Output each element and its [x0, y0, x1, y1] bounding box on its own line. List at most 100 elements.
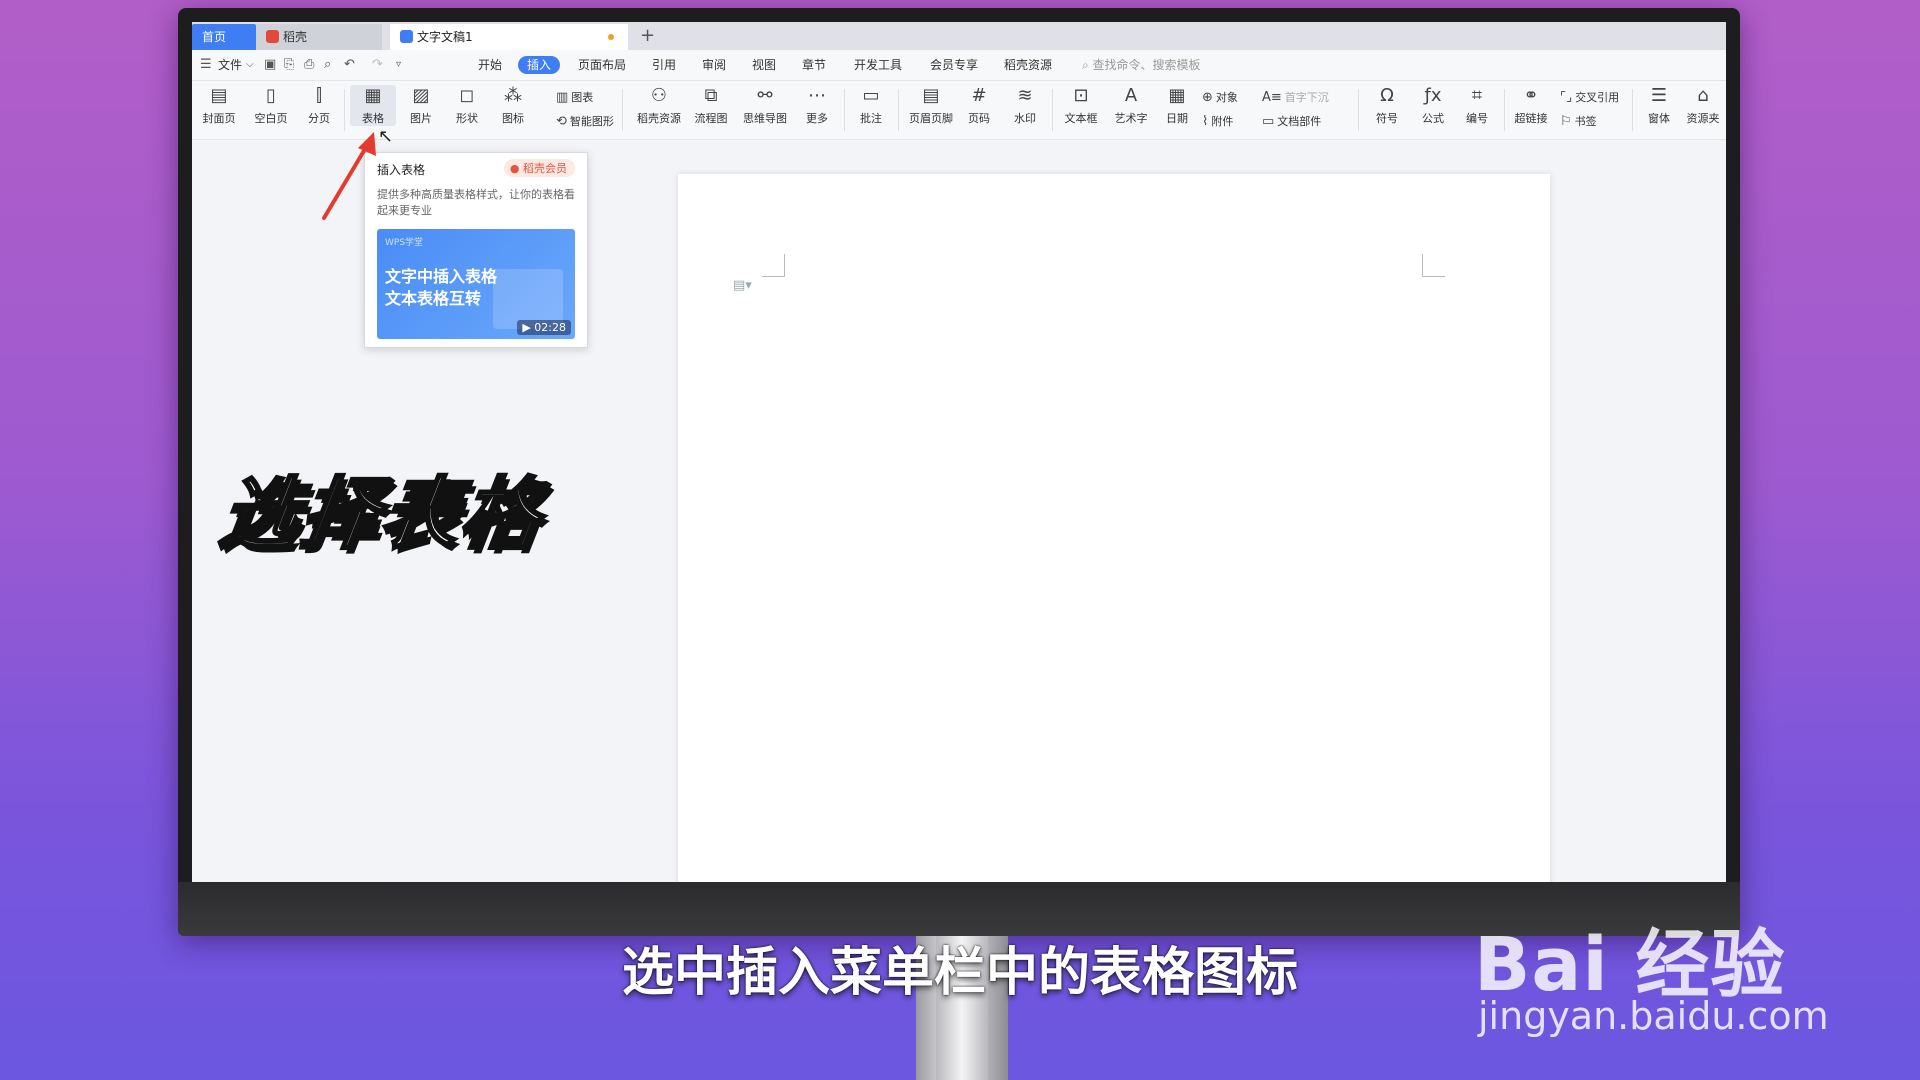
member-badge[interactable]: ● 稻壳会员: [503, 159, 575, 177]
print-icon[interactable]: ⎙: [304, 56, 314, 74]
page-number-button[interactable]: # 页码: [956, 85, 1002, 126]
calendar-icon: ▦: [1168, 85, 1186, 106]
paperclip-icon: ⌇: [1202, 114, 1209, 129]
video-title-line1: 文字中插入表格: [385, 267, 498, 286]
textbox-icon: ⊡: [1073, 85, 1089, 106]
ribbon-divider: [344, 89, 345, 131]
customize-icon[interactable]: ▿: [396, 56, 401, 74]
member-badge-label: 稻壳会员: [523, 162, 567, 175]
redo-icon[interactable]: ↷: [372, 56, 383, 74]
paragraph-options-icon[interactable]: ▤▾: [733, 278, 752, 293]
document-page[interactable]: ▤▾: [678, 174, 1550, 882]
resource-folder-button[interactable]: ⌂ 资源夹: [1680, 85, 1726, 126]
watermark-icon: ≋: [1017, 85, 1033, 106]
menu-view[interactable]: 视图: [752, 56, 776, 74]
tutorial-video-thumbnail[interactable]: WPS学堂 文字中插入表格 文本表格互转 ▶ 02:28: [377, 229, 575, 339]
wordart-label: 艺术字: [1114, 112, 1148, 125]
new-tab-button[interactable]: +: [640, 22, 655, 50]
page-break-button[interactable]: ⫿ 分页: [296, 85, 342, 126]
cover-page-button[interactable]: ▤ 封面页: [196, 85, 242, 126]
save-icon[interactable]: ▣: [264, 56, 276, 74]
resource-folder-label: 资源夹: [1686, 112, 1720, 125]
preview-icon[interactable]: ⌕: [324, 56, 331, 74]
tab-daoke[interactable]: 稻壳: [256, 24, 382, 50]
smartart-icon: ⟲: [556, 114, 567, 129]
menu-bar: ☰ 文件 ⌵ ▣ ⎘ ⎙ ⌕ ↶ ↷ ▿ 开始 插入 页面布局 引用 审阅 视图…: [192, 50, 1726, 81]
object-icon: ⊕: [1202, 90, 1213, 105]
undo-icon[interactable]: ↶: [344, 56, 355, 74]
flowchart-button[interactable]: ⧉ 流程图: [688, 85, 734, 126]
hamburger-icon[interactable]: ☰: [200, 56, 212, 74]
date-button[interactable]: ▦ 日期: [1154, 85, 1200, 126]
more-label: 更多: [806, 112, 828, 125]
form-button[interactable]: ☰ 窗体: [1636, 85, 1682, 126]
header-footer-button[interactable]: ▤ 页眉页脚: [904, 85, 958, 126]
date-label: 日期: [1166, 112, 1188, 125]
menu-member[interactable]: 会员专享: [930, 56, 978, 74]
chevron-down-icon[interactable]: ⌵: [246, 56, 254, 74]
watermark-url: jingyan.baidu.com: [1478, 994, 1829, 1038]
symbol-button[interactable]: Ω 符号: [1364, 85, 1410, 126]
header-footer-icon: ▤: [922, 85, 940, 106]
form-icon: ☰: [1650, 85, 1668, 106]
shape-button[interactable]: ◻ 形状: [444, 85, 490, 126]
more-icon: ⋯: [808, 85, 826, 106]
table-button[interactable]: ▦ 表格: [350, 85, 396, 126]
crossref-button[interactable]: ⌜⌟ 交叉引用: [1560, 89, 1619, 105]
wordart-button[interactable]: A 艺术字: [1108, 85, 1154, 126]
menu-start[interactable]: 开始: [478, 56, 502, 74]
watermark-button[interactable]: ≋ 水印: [1002, 85, 1048, 126]
picture-button[interactable]: ▨ 图片: [398, 85, 444, 126]
attachment-button[interactable]: ⌇ 附件: [1202, 113, 1233, 129]
chart-button[interactable]: ▥ 图表: [556, 89, 593, 105]
menu-layout[interactable]: 页面布局: [578, 56, 626, 74]
symbol-label: 符号: [1376, 112, 1398, 125]
page-number-label: 页码: [968, 112, 990, 125]
dropcap-button[interactable]: A≡ 首字下沉: [1262, 89, 1329, 105]
chart-label: 图表: [571, 91, 594, 104]
menu-insert[interactable]: 插入: [518, 56, 561, 74]
form-label: 窗体: [1648, 112, 1670, 125]
comment-icon: ▭: [862, 85, 880, 106]
hyperlink-button[interactable]: ⚭ 超链接: [1508, 85, 1554, 126]
hyperlink-label: 超链接: [1514, 112, 1548, 125]
object-button[interactable]: ⊕ 对象: [1202, 89, 1238, 105]
menu-chapter[interactable]: 章节: [802, 56, 826, 74]
bookmark-button[interactable]: ⚐ 书签: [1560, 113, 1597, 129]
ribbon-divider: [898, 89, 899, 131]
numbering-button[interactable]: ⌗ 编号: [1454, 85, 1500, 126]
daoke-resource-label: 稻壳资源: [637, 112, 681, 125]
tab-document[interactable]: 文字文稿1: [390, 24, 628, 50]
tab-home[interactable]: 首页: [192, 24, 256, 50]
icon-button[interactable]: ⁂ 图标: [490, 85, 536, 126]
tooltip-description: 提供多种高质量表格样式，让你的表格看起来更专业: [377, 188, 575, 217]
picture-label: 图片: [410, 112, 432, 125]
overlay-caption-big: 选择表格: [213, 469, 549, 562]
menu-review[interactable]: 审阅: [702, 56, 726, 74]
daoke-resource-button[interactable]: ⚇ 稻壳资源: [632, 85, 686, 126]
attachment-label: 附件: [1211, 115, 1234, 128]
docparts-button[interactable]: ▭ 文档部件: [1262, 113, 1321, 129]
more-button[interactable]: ⋯ 更多: [794, 85, 840, 126]
textbox-button[interactable]: ⊡ 文本框: [1058, 85, 1104, 126]
menu-devtools[interactable]: 开发工具: [854, 56, 902, 74]
smartart-button[interactable]: ⟲ 智能图形: [556, 113, 614, 129]
formula-button[interactable]: ƒx 公式: [1410, 85, 1456, 126]
comment-button[interactable]: ▭ 批注: [848, 85, 894, 126]
crossref-icon: ⌜⌟: [1560, 90, 1573, 105]
insert-ribbon: ▤ 封面页 ▯ 空白页 ⫿ 分页 ▦ 表格 ▨ 图片 ◻ 形状 ⁂ 图标 ▥ 图表 ⟲ 智能图形 …: [192, 81, 1726, 140]
command-search[interactable]: ⌕ 查找命令、搜索模板: [1082, 56, 1201, 74]
export-icon[interactable]: ⎘: [284, 56, 294, 74]
search-placeholder: 查找命令、搜索模板: [1092, 58, 1201, 72]
blank-page-button[interactable]: ▯ 空白页: [248, 85, 294, 126]
menu-references[interactable]: 引用: [652, 56, 676, 74]
ribbon-divider: [1052, 89, 1053, 131]
menu-daoke-res[interactable]: 稻壳资源: [1004, 56, 1052, 74]
bookmark-icon: ⚐: [1560, 114, 1572, 129]
tab-daoke-label: 稻壳: [283, 30, 308, 44]
video-duration: ▶ 02:28: [517, 320, 571, 335]
daoke-resource-icon: ⚇: [650, 85, 668, 106]
mindmap-button[interactable]: ⚯ 思维导图: [738, 85, 792, 126]
docparts-label: 文档部件: [1277, 115, 1322, 128]
menu-file[interactable]: 文件: [218, 56, 242, 74]
